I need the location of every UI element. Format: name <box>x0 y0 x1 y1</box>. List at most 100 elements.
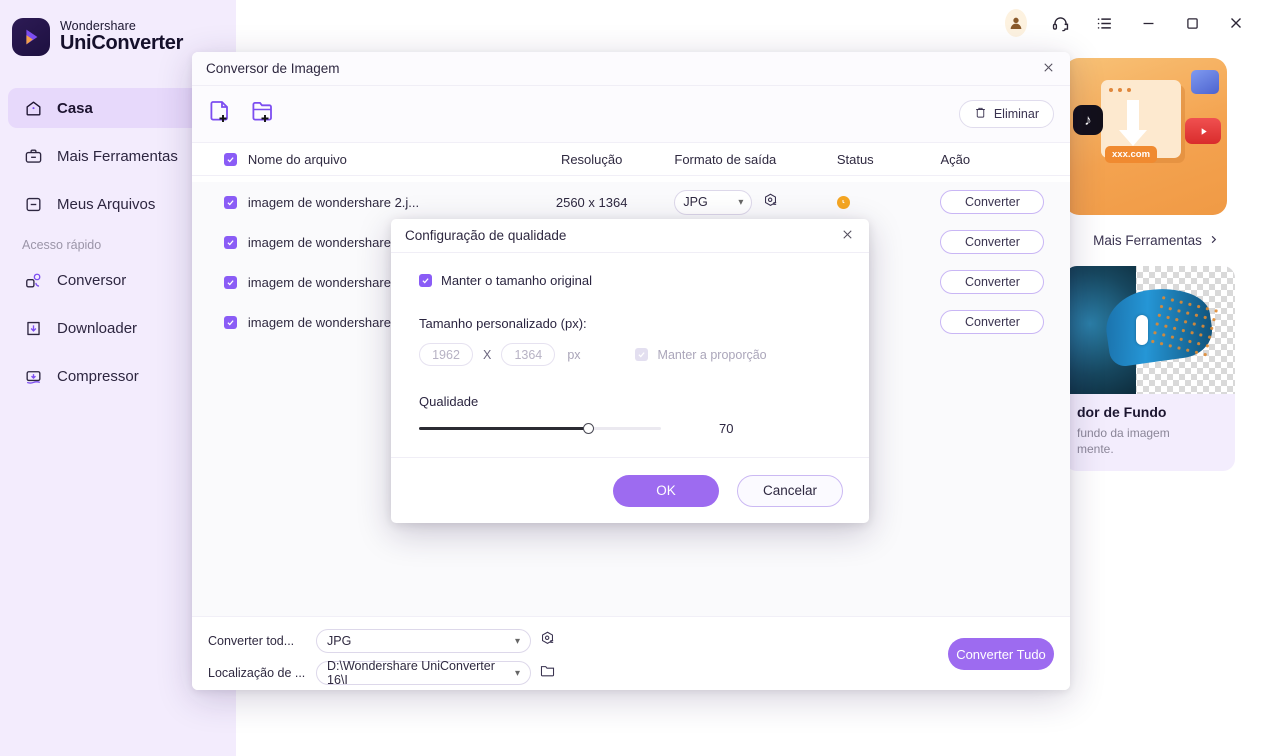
quality-value: 70 <box>719 421 734 436</box>
promo-column: xxx.com ♪ Mais Ferramentas dor de Fundo … <box>1055 58 1257 472</box>
row-resolution: 2560 x 1364 <box>555 194 628 210</box>
settings-gear-icon[interactable] <box>762 192 779 212</box>
convert-all-button[interactable]: Converter Tudo <box>948 638 1054 670</box>
sidebar-item-label: Downloader <box>57 319 138 337</box>
cancel-button[interactable]: Cancelar <box>737 474 843 507</box>
chevron-down-icon: ▾ <box>514 667 520 679</box>
minimize-icon[interactable] <box>1137 12 1159 34</box>
compare-slider-handle[interactable] <box>1136 314 1149 345</box>
butterfly-preview-image <box>1065 266 1235 394</box>
quality-slider-row: 70 <box>419 421 841 436</box>
youtube-icon <box>1185 118 1221 144</box>
quality-modal-footer: OK Cancelar <box>391 457 869 523</box>
trash-icon <box>974 106 987 122</box>
quality-label: Qualidade <box>419 394 479 409</box>
promo-arrowhead-icon <box>1119 130 1147 146</box>
chevron-down-icon: ▾ <box>514 635 520 647</box>
column-header-name: Nome do arquivo <box>247 151 347 167</box>
output-location-label: Localização de ... <box>208 666 306 680</box>
settings-gear-icon[interactable] <box>539 630 556 652</box>
app-logo-icon <box>12 18 50 56</box>
keep-original-size-label: Manter o tamanho original <box>441 273 593 288</box>
account-avatar-icon[interactable] <box>1005 9 1027 37</box>
tiktok-icon: ♪ <box>1073 105 1103 135</box>
close-icon[interactable] <box>1225 12 1247 34</box>
files-icon <box>22 193 44 215</box>
sidebar-item-downloader[interactable]: Downloader <box>8 308 222 348</box>
row-checkbox[interactable] <box>192 235 248 249</box>
height-input[interactable]: 1364 <box>501 343 556 366</box>
image-converter-toolbar: Eliminar <box>192 86 1070 142</box>
row-convert-button[interactable]: Converter <box>940 230 1045 254</box>
keep-original-size-checkbox[interactable] <box>419 274 432 287</box>
row-format-select[interactable]: JPG ▾ <box>674 189 753 215</box>
add-folder-icon[interactable] <box>250 99 276 130</box>
sidebar-item-label: Conversor <box>57 271 127 289</box>
select-all-checkbox[interactable] <box>192 152 248 166</box>
folder-icon[interactable] <box>539 662 556 684</box>
row-checkbox[interactable] <box>192 275 248 289</box>
keep-original-size-row[interactable]: Manter o tamanho original <box>419 273 841 288</box>
sidebar-item-meus-arquivos[interactable]: Meus Arquivos <box>8 184 222 224</box>
headset-icon[interactable] <box>1049 12 1071 34</box>
output-location-select[interactable]: D:\Wondershare UniConverter 16\I ▾ <box>316 659 531 687</box>
column-header-action: Ação <box>940 151 971 167</box>
sidebar-item-compressor[interactable]: Compressor <box>8 356 222 396</box>
promo-banner[interactable]: xxx.com ♪ <box>1065 58 1227 215</box>
quality-slider-handle[interactable] <box>583 423 595 434</box>
video-file-icon <box>1191 70 1219 94</box>
brand: Wondershare UniConverter <box>0 0 236 56</box>
promo-card-title: dor de Fundo <box>1077 404 1167 420</box>
more-tools-link[interactable]: Mais Ferramentas <box>1055 233 1257 248</box>
output-location-value: D:\Wondershare UniConverter 16\I <box>327 659 495 687</box>
image-converter-titlebar: Conversor de Imagem <box>192 52 1070 86</box>
sidebar-item-label: Casa <box>57 99 93 117</box>
promo-card-background-remover[interactable]: dor de Fundo fundo da imagem mente. <box>1065 266 1235 472</box>
row-file-name: imagem de wondershare 2.j... <box>247 194 420 210</box>
compress-icon <box>22 365 44 387</box>
keep-ratio-checkbox[interactable] <box>634 348 648 361</box>
add-file-icon[interactable] <box>208 99 234 130</box>
column-header-format: Formato de saída <box>674 151 777 167</box>
convert-all-format-select[interactable]: JPG ▾ <box>316 629 531 653</box>
close-icon[interactable] <box>1041 60 1056 78</box>
quality-slider[interactable] <box>419 423 661 434</box>
quality-settings-modal: Configuração de qualidade Manter o taman… <box>391 219 869 523</box>
maximize-icon[interactable] <box>1181 12 1203 34</box>
table-row[interactable]: imagem de wondershare 2.j... 2560 x 1364… <box>192 182 1070 222</box>
row-status <box>831 195 941 209</box>
sidebar-item-label: Mais Ferramentas <box>57 147 178 165</box>
quality-modal-titlebar: Configuração de qualidade <box>391 219 869 253</box>
custom-size-label: Tamanho personalizado (px): <box>419 316 587 331</box>
ok-button[interactable]: OK <box>613 474 719 507</box>
size-separator: X <box>483 347 492 362</box>
sidebar-item-mais-ferramentas[interactable]: Mais Ferramentas <box>8 136 222 176</box>
convert-icon <box>22 269 44 291</box>
row-checkbox[interactable] <box>192 195 248 209</box>
converter-bottom-bar: Converter tod... JPG ▾ Localização de ..… <box>192 616 1070 690</box>
row-checkbox[interactable] <box>192 315 248 329</box>
row-convert-button[interactable]: Converter <box>940 310 1045 334</box>
quality-modal-title: Configuração de qualidade <box>405 228 567 243</box>
app-window: Wondershare UniConverter Casa Mais Ferra… <box>0 0 1265 756</box>
chevron-down-icon: ▾ <box>738 196 744 208</box>
sidebar-item-casa[interactable]: Casa <box>8 88 222 128</box>
brand-name-label: UniConverter <box>60 32 184 55</box>
image-converter-title: Conversor de Imagem <box>206 61 340 76</box>
promo-url-badge: xxx.com <box>1105 146 1158 163</box>
row-format-value: JPG <box>683 195 708 209</box>
width-input[interactable]: 1962 <box>419 343 473 366</box>
sidebar-item-conversor[interactable]: Conversor <box>8 260 222 300</box>
close-icon[interactable] <box>840 227 855 245</box>
delete-button[interactable]: Eliminar <box>958 100 1054 128</box>
row-convert-button[interactable]: Converter <box>940 190 1045 214</box>
column-header-status: Status <box>836 151 874 167</box>
more-tools-label: Mais Ferramentas <box>1093 233 1202 248</box>
keep-ratio-label: Manter a proporção <box>657 347 767 362</box>
convert-all-format-value: JPG <box>327 634 352 648</box>
list-menu-icon[interactable] <box>1093 12 1115 34</box>
chevron-right-icon <box>1208 233 1219 248</box>
row-convert-button[interactable]: Converter <box>940 270 1045 294</box>
column-header-resolution: Resolução <box>560 151 623 167</box>
convert-all-to-label: Converter tod... <box>208 634 295 648</box>
